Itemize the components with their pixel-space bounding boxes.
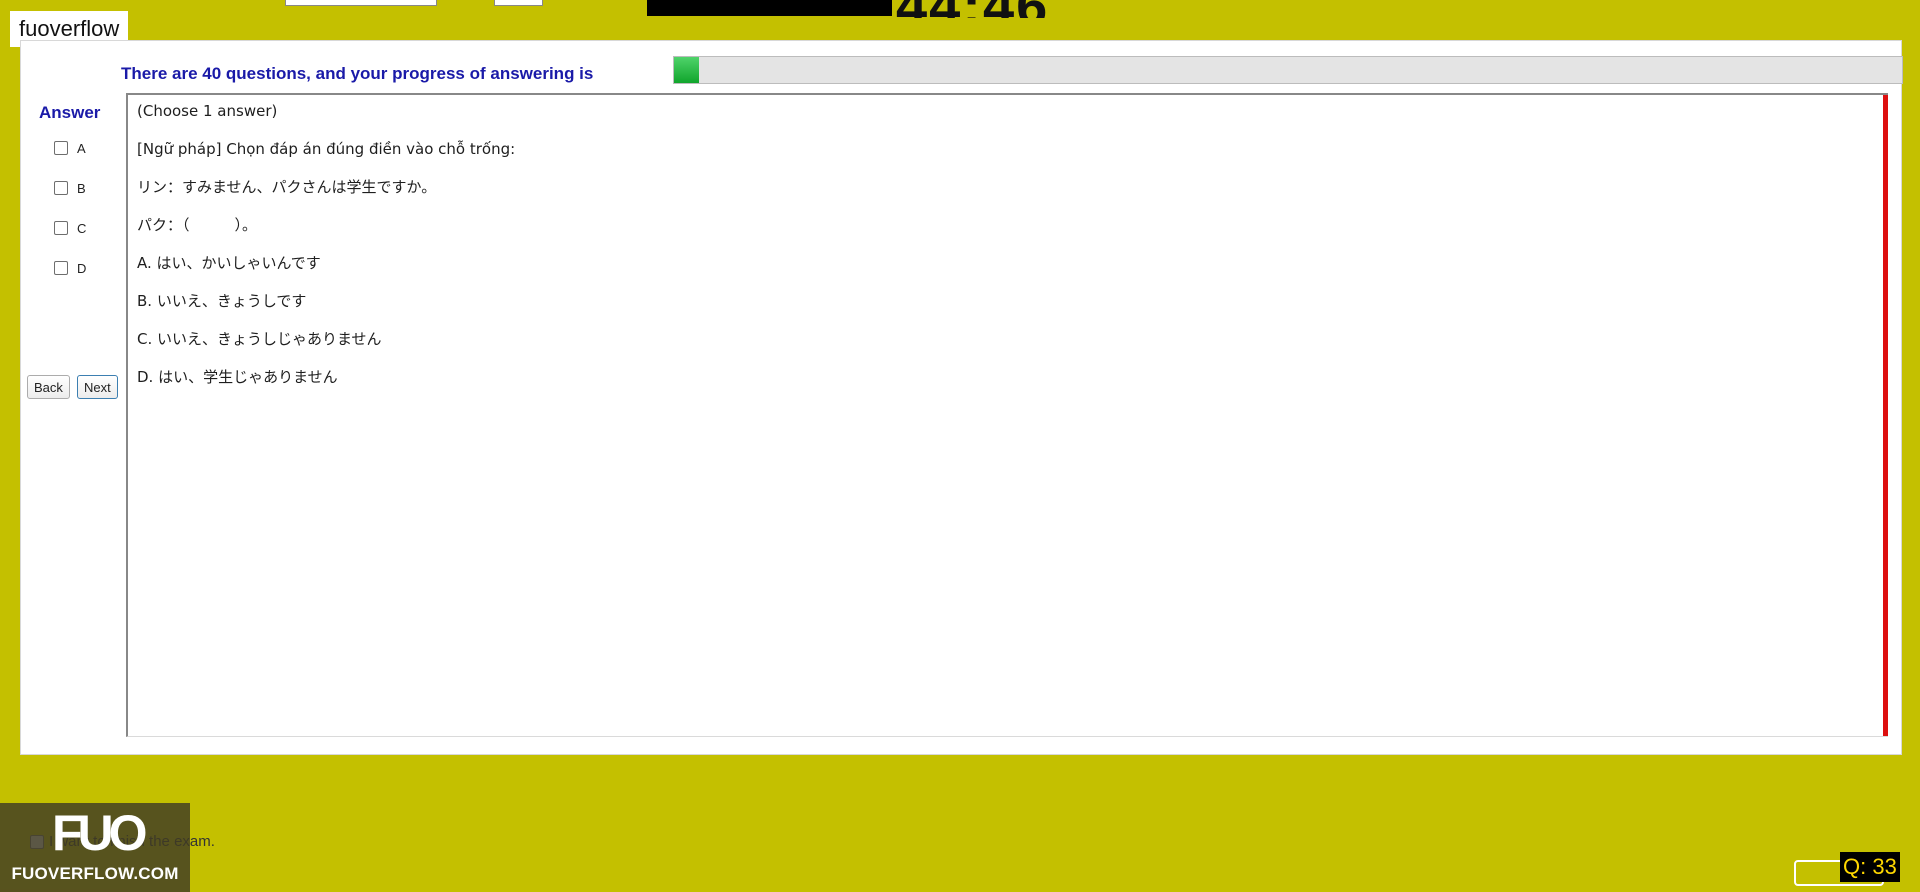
answer-letter-d: D [77, 260, 87, 276]
logo-site-name: FUOVERFLOW.COM [11, 864, 179, 883]
countdown-timer: 44:46 [896, 0, 1049, 18]
timer-bar [647, 0, 892, 16]
top-dropdown-2[interactable] [494, 0, 543, 6]
site-logo: FUO FUOVERFLOW.COM [0, 803, 190, 892]
question-dialogue-1: リン：すみません、パクさんは学生ですか。 [137, 178, 437, 196]
question-dialogue-2: パク：（ ）。 [137, 216, 258, 234]
question-counter: Q: 33 [1840, 852, 1900, 882]
answer-option-a[interactable]: A [54, 138, 86, 158]
answer-letter-c: C [77, 220, 87, 236]
answer-checkbox-a[interactable] [54, 141, 68, 155]
progress-label: There are 40 questions, and your progres… [121, 64, 594, 83]
answer-checkbox-d[interactable] [54, 261, 68, 275]
answer-letter-a: A [77, 140, 86, 156]
answer-option-d[interactable]: D [54, 258, 86, 278]
exam-panel: There are 40 questions, and your progres… [20, 40, 1903, 755]
answer-checkbox-b[interactable] [54, 181, 68, 195]
answer-heading: Answer [39, 103, 101, 122]
answer-option-b[interactable]: B [54, 178, 86, 198]
question-prompt: [Ngữ pháp] Chọn đáp án đúng điền vào chỗ… [137, 140, 516, 158]
question-content: (Choose 1 answer) [Ngữ pháp] Chọn đáp án… [126, 93, 1888, 737]
scroll-indicator[interactable] [1883, 95, 1888, 736]
next-button[interactable]: Next [77, 375, 118, 399]
progress-bar [673, 56, 1903, 84]
question-choice-c: C. いいえ、きょうしじゃありません [137, 330, 382, 348]
question-choice-d: D. はい、学生じゃありません [137, 368, 338, 386]
back-button[interactable]: Back [27, 375, 70, 399]
question-choice-b: B. いいえ、きょうしです [137, 292, 307, 310]
logo-mark: FUO [52, 805, 148, 861]
question-instruction: (Choose 1 answer) [137, 102, 278, 120]
top-dropdown-1[interactable] [285, 0, 437, 6]
answer-checkbox-c[interactable] [54, 221, 68, 235]
answer-letter-b: B [77, 180, 86, 196]
answer-option-c[interactable]: C [54, 218, 86, 238]
progress-bar-fill [674, 57, 699, 83]
question-choice-a: A. はい、かいしゃいんです [137, 254, 321, 272]
